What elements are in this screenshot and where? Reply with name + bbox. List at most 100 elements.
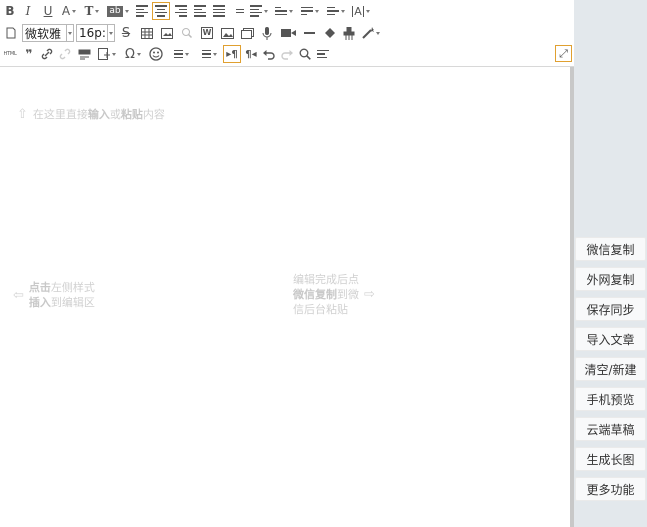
bold-button[interactable]: B xyxy=(3,2,17,20)
link-button[interactable] xyxy=(39,45,55,63)
image-search-icon xyxy=(182,28,193,39)
placeholder-text: 在这里直接 xyxy=(32,108,88,121)
more-features-button[interactable]: 更多功能 xyxy=(575,477,646,501)
paragraph-spacing-bottom-button[interactable] xyxy=(298,2,322,20)
word-import-button[interactable]: W xyxy=(198,24,216,42)
letter-spacing-button[interactable] xyxy=(324,2,348,20)
special-chars-button[interactable]: Ω xyxy=(121,45,145,63)
line-height-icon xyxy=(250,5,262,17)
paragraph-spacing-top-button[interactable] xyxy=(272,2,296,20)
align-justify-button[interactable] xyxy=(191,2,208,20)
font-family-select[interactable]: 微软雅 xyxy=(22,24,67,42)
font-size-select[interactable]: 16p: xyxy=(76,24,108,42)
image-search-button[interactable] xyxy=(178,24,196,42)
unlink-button[interactable] xyxy=(57,45,73,63)
editor-hint-left: ⇦ 点击左侧样式 插入到编辑区 xyxy=(13,280,95,310)
gallery-icon xyxy=(240,27,254,39)
font-color-button[interactable]: A xyxy=(59,2,79,20)
hint-left-line-1: 左侧样式 xyxy=(50,281,95,294)
spacing-top-icon xyxy=(275,6,287,16)
text-indent-icon: A xyxy=(352,4,364,18)
ordered-list-button[interactable] xyxy=(167,45,193,63)
arrow-up-icon: ⇧ xyxy=(17,107,28,122)
redo-button[interactable] xyxy=(279,45,295,63)
indent-button[interactable] xyxy=(229,2,246,20)
rtl-direction-button[interactable]: ¶◂ xyxy=(243,45,259,63)
placeholder-bold-paste: 粘贴 xyxy=(120,108,143,121)
blockquote-button[interactable]: ❞ xyxy=(21,45,37,63)
unordered-list-button[interactable] xyxy=(195,45,221,63)
background-color-button[interactable]: ab xyxy=(105,2,131,20)
letter-spacing-icon xyxy=(327,6,339,16)
hint-left-bold-2: 插入 xyxy=(28,296,51,309)
cloud-draft-button[interactable]: 云端草稿 xyxy=(575,417,646,441)
html-source-button[interactable]: HTML xyxy=(1,45,19,63)
bgcolor-icon: ab xyxy=(107,5,123,17)
placeholder-bold-input: 输入 xyxy=(87,108,110,121)
audio-button[interactable] xyxy=(258,24,276,42)
font-size-chevron-icon[interactable] xyxy=(108,24,115,42)
align-center-icon xyxy=(155,5,167,17)
insert-image-button[interactable] xyxy=(158,24,176,42)
external-copy-button[interactable]: 外网复制 xyxy=(575,267,646,291)
undo-icon xyxy=(263,50,275,60)
auto-format-button[interactable] xyxy=(315,45,331,63)
mobile-preview-button[interactable]: 手机预览 xyxy=(575,387,646,411)
gallery-button[interactable] xyxy=(238,24,256,42)
arrow-left-icon: ⇦ xyxy=(13,287,24,303)
save-sync-button[interactable]: 保存同步 xyxy=(575,297,646,321)
indent-icon xyxy=(232,5,244,17)
wechat-copy-button[interactable]: 微信复制 xyxy=(575,237,646,261)
ltr-direction-button[interactable]: ▸¶ xyxy=(223,45,241,63)
undo-button[interactable] xyxy=(261,45,277,63)
hint-right-line-3: 信后台粘贴 xyxy=(293,303,348,316)
align-left-button[interactable] xyxy=(133,2,150,20)
anchor-button[interactable] xyxy=(75,45,93,63)
insert-frame-button[interactable] xyxy=(95,45,119,63)
insert-table-button[interactable] xyxy=(138,24,156,42)
search-replace-button[interactable] xyxy=(297,45,313,63)
ordered-list-icon xyxy=(171,49,183,59)
redo-icon xyxy=(281,50,293,60)
video-button[interactable] xyxy=(278,24,298,42)
multi-image-button[interactable] xyxy=(218,24,236,42)
link-icon xyxy=(41,48,53,60)
clear-format-button[interactable] xyxy=(320,24,338,42)
font-size-tool-button[interactable]: T xyxy=(81,2,103,20)
hint-left-bold-1: 点击 xyxy=(28,281,51,294)
hint-right-text: 编辑完成后点 微信复制到微 信后台粘贴 xyxy=(293,272,359,317)
long-image-button[interactable]: 生成长图 xyxy=(575,447,646,471)
emoji-button[interactable] xyxy=(147,45,165,63)
brush-icon xyxy=(343,26,355,40)
editor-hint-right: 编辑完成后点 微信复制到微 信后台粘贴 ⇨ xyxy=(293,272,380,317)
word-icon: W xyxy=(200,27,214,39)
new-doc-button[interactable] xyxy=(3,24,19,42)
anchor-icon xyxy=(78,49,90,59)
toolbar-row-3: HTML ❞ Ω ▸¶ ¶◂ xyxy=(0,43,332,65)
hr-icon xyxy=(303,32,315,34)
align-distribute-button[interactable] xyxy=(210,2,227,20)
horizontal-rule-button[interactable] xyxy=(300,24,318,42)
clear-new-button[interactable]: 清空/新建 xyxy=(575,357,646,381)
eraser-icon xyxy=(324,27,335,38)
format-icon xyxy=(317,49,329,59)
table-icon xyxy=(141,27,153,39)
video-icon xyxy=(280,29,296,37)
text-indent-button[interactable]: A xyxy=(350,2,372,20)
magic-wand-button[interactable] xyxy=(360,24,382,42)
align-center-button[interactable] xyxy=(152,2,170,20)
format-painter-button[interactable] xyxy=(340,24,358,42)
align-left-icon xyxy=(135,5,148,17)
fullscreen-button[interactable]: ⤢ xyxy=(555,45,572,62)
line-height-button[interactable] xyxy=(248,2,270,20)
hint-right-bold: 微信复制 xyxy=(293,288,337,301)
font-family-chevron-icon[interactable] xyxy=(67,24,74,42)
unlink-icon xyxy=(59,48,71,60)
italic-button[interactable]: I xyxy=(19,2,37,20)
import-article-button[interactable]: 导入文章 xyxy=(575,327,646,351)
strikethrough-button[interactable]: S xyxy=(116,24,136,42)
hint-left-text: 点击左侧样式 插入到编辑区 xyxy=(29,280,95,310)
align-right-button[interactable] xyxy=(172,2,189,20)
microphone-icon xyxy=(262,26,272,40)
underline-button[interactable]: U xyxy=(39,2,57,20)
